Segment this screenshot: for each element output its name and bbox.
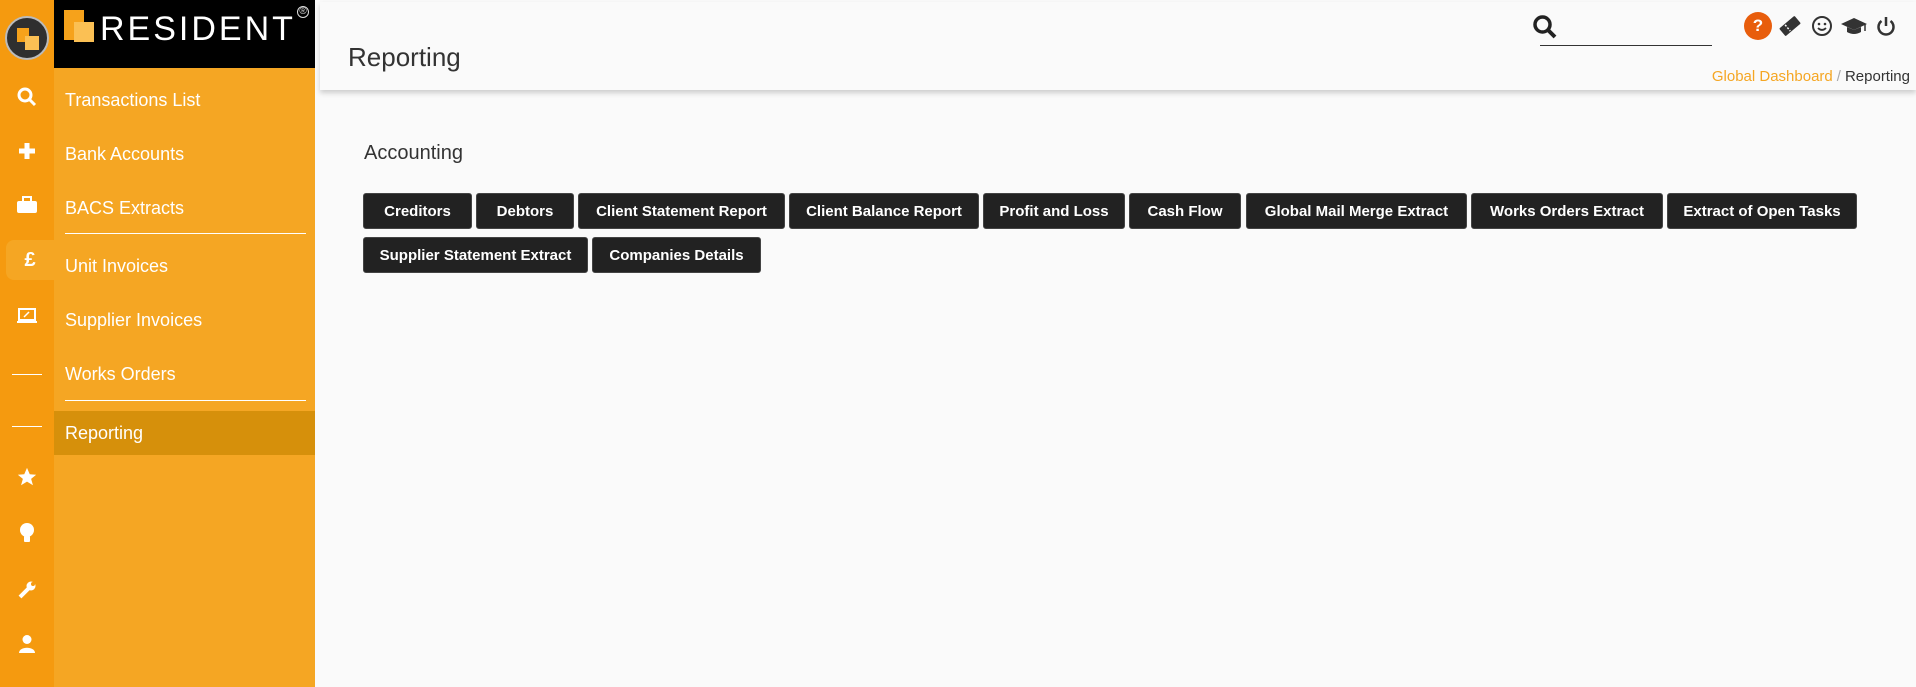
breadcrumb-current: Reporting [1844, 68, 1910, 85]
sidebar-item-label: Reporting [65, 422, 144, 443]
global-mail-merge-extract-button[interactable]: Global Mail Merge Extract [1246, 193, 1467, 229]
sidebar-item-unit-invoices[interactable]: Unit Invoices [54, 244, 315, 288]
sidebar-item-label: BACS Extracts [65, 197, 185, 218]
debtors-button[interactable]: Debtors [476, 193, 574, 229]
sidebar-item-label: Bank Accounts [65, 143, 185, 164]
header-icons: ? [1744, 12, 1900, 40]
logo-icon[interactable] [5, 16, 49, 60]
section-title: Accounting [364, 142, 463, 164]
help-icon[interactable]: ? [1744, 12, 1772, 40]
sidebar-divider [65, 400, 306, 401]
sidebar: Transactions List Bank Accounts BACS Ext… [54, 68, 315, 687]
sidebar-item-reporting[interactable]: Reporting [54, 411, 315, 455]
rail-divider [12, 374, 42, 375]
power-icon[interactable] [1872, 12, 1900, 40]
client-balance-report-button[interactable]: Client Balance Report [789, 193, 979, 229]
brand-name: RESIDENT [100, 10, 296, 48]
profit-and-loss-button[interactable]: Profit and Loss [983, 193, 1125, 229]
user-icon[interactable] [0, 624, 54, 664]
page-title: Reporting [348, 42, 461, 72]
sidebar-item-label: Supplier Invoices [65, 309, 203, 330]
registered-mark: ® [297, 6, 309, 18]
search-input[interactable] [1540, 12, 1712, 46]
companies-details-button[interactable]: Companies Details [592, 237, 761, 273]
search-icon[interactable] [0, 77, 54, 117]
creditors-button[interactable]: Creditors [363, 193, 472, 229]
icon-rail: £ [0, 0, 54, 687]
sidebar-item-label: Unit Invoices [65, 255, 169, 276]
breadcrumb-separator: / [1836, 68, 1841, 85]
breadcrumb: Global Dashboard / Reporting [1712, 68, 1910, 85]
works-orders-extract-button[interactable]: Works Orders Extract [1471, 193, 1663, 229]
cash-flow-button[interactable]: Cash Flow [1129, 193, 1241, 229]
sidebar-divider [65, 233, 306, 234]
pound-glyph: £ [24, 248, 36, 271]
rail-divider [12, 426, 42, 427]
smiley-icon[interactable] [1808, 12, 1836, 40]
sidebar-item-bacs-extracts[interactable]: BACS Extracts [54, 186, 315, 230]
graduation-cap-icon[interactable] [1840, 12, 1868, 40]
supplier-statement-extract-button[interactable]: Supplier Statement Extract [363, 237, 588, 273]
sidebar-item-transactions-list[interactable]: Transactions List [54, 78, 315, 122]
plus-icon[interactable] [0, 131, 54, 171]
sidebar-item-supplier-invoices[interactable]: Supplier Invoices [54, 298, 315, 342]
monitor-icon[interactable] [0, 296, 54, 336]
breadcrumb-link-global-dashboard[interactable]: Global Dashboard [1712, 68, 1833, 85]
sidebar-item-label: Transactions List [65, 89, 201, 110]
client-statement-report-button[interactable]: Client Statement Report [578, 193, 785, 229]
sidebar-item-bank-accounts[interactable]: Bank Accounts [54, 132, 315, 176]
page-header: Reporting ? Global Dashboard / Reporting [320, 2, 1916, 90]
wrench-icon[interactable] [0, 570, 54, 610]
sidebar-item-works-orders[interactable]: Works Orders [54, 352, 315, 396]
briefcase-icon[interactable] [0, 185, 54, 225]
sidebar-item-label: Works Orders [65, 363, 176, 384]
star-icon[interactable] [0, 457, 54, 497]
extract-of-open-tasks-button[interactable]: Extract of Open Tasks [1667, 193, 1857, 229]
help-glyph: ? [1752, 16, 1764, 35]
brand-logo[interactable]: RESIDENT ® [54, 0, 315, 68]
pound-icon[interactable]: £ [6, 240, 54, 280]
lightbulb-icon[interactable] [0, 513, 54, 553]
ticket-icon[interactable] [1776, 12, 1804, 40]
